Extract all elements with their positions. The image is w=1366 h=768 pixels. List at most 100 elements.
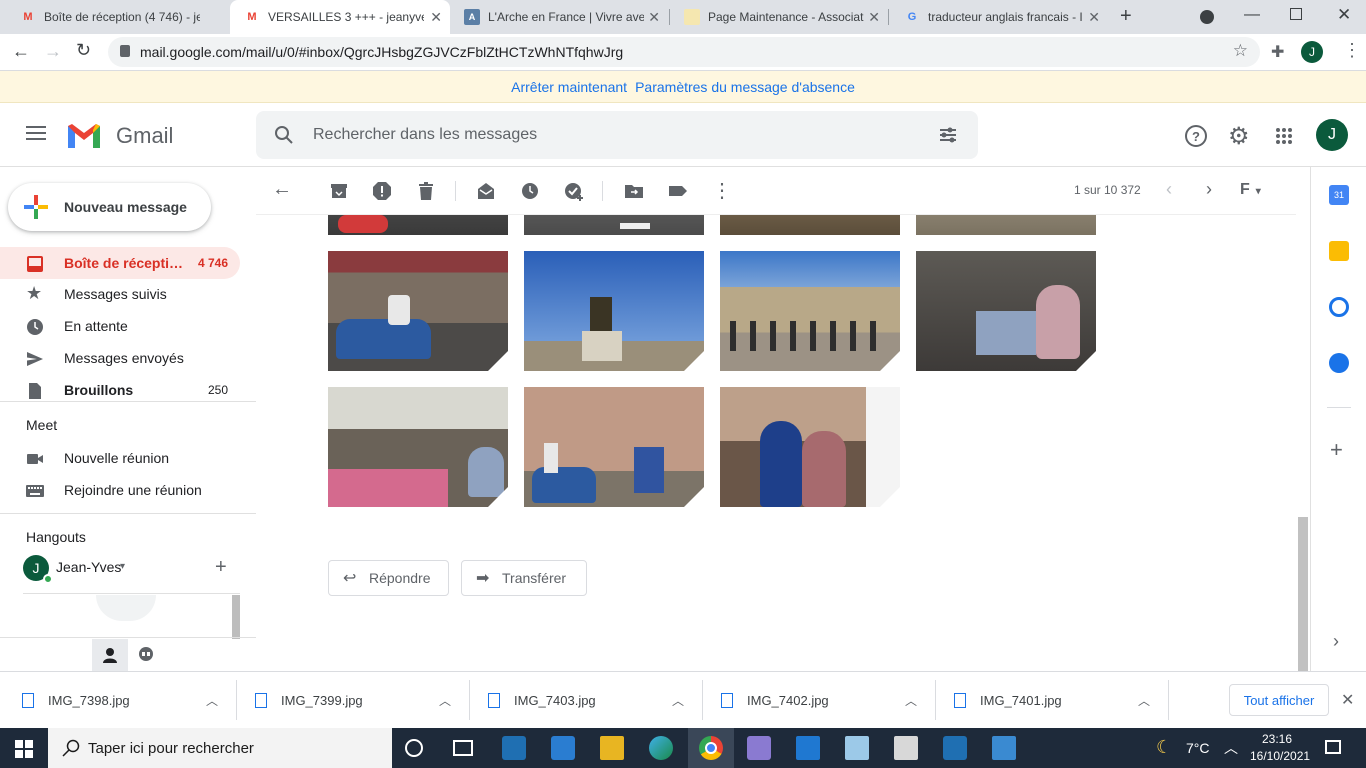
photo-thumbnail[interactable] [524,251,704,371]
notifications-icon[interactable] [1325,740,1341,754]
tab-versailles[interactable]: M VERSAILLES 3 +++ - jeanyves ✕ [230,0,450,34]
label-icon[interactable] [668,181,688,201]
photo-thumbnail[interactable] [916,251,1096,371]
add-contact-icon[interactable]: + [215,556,227,579]
close-window-icon[interactable]: ✕ [1337,5,1351,25]
get-addons-icon[interactable]: + [1330,437,1343,463]
chevron-up-icon[interactable]: ︿ [439,692,451,709]
forward-button[interactable]: ➡ Transférer [461,560,587,596]
edge-icon[interactable] [649,736,673,760]
hangouts-user-name[interactable]: Jean-Yves [56,559,121,575]
photo-thumbnail[interactable] [720,387,900,507]
calendar-icon[interactable]: 31 [1329,185,1349,205]
photo-thumbnail[interactable] [524,387,704,507]
browser-menu-icon[interactable]: ⋮ [1343,40,1361,61]
move-to-icon[interactable] [624,181,644,201]
chevron-up-icon[interactable]: ︿ [1138,692,1150,709]
close-icon[interactable]: ✕ [1088,9,1100,26]
more-actions-icon[interactable]: ⋮ [712,178,732,203]
caret-down-icon[interactable]: ▾ [1256,186,1261,197]
address-bar[interactable]: mail.google.com/mail/u/0/#inbox/QgrcJHsb… [108,37,1260,67]
account-avatar[interactable]: J [1316,119,1348,151]
apps-grid-icon[interactable] [1275,127,1293,145]
mail-icon[interactable] [796,736,820,760]
clock-date[interactable]: 16/10/2021 [1250,749,1310,763]
message-scrollbar[interactable] [1298,517,1308,671]
weather-temperature[interactable]: 7°C [1186,740,1210,756]
contacts-tab[interactable] [92,639,128,671]
minimize-icon[interactable]: — [1244,6,1260,24]
sidebar-item-new-meeting[interactable]: Nouvelle réunion [0,442,240,474]
reply-button[interactable]: ↩ Répondre [328,560,449,596]
archive-icon[interactable] [329,181,349,201]
taskbar-search-input[interactable]: Taper ici pour rechercher [48,728,392,768]
sidebar-item-snoozed[interactable]: En attente [0,310,240,342]
download-item[interactable]: IMG_7403.jpg ︿ [488,672,688,729]
new-tab-icon[interactable]: + [1120,5,1132,28]
sidebar-item-sent[interactable]: Messages envoyés [0,342,240,374]
app-icon[interactable] [845,736,869,760]
sidebar-item-starred[interactable]: ★ Messages suivis [0,278,240,310]
older-chevron-icon[interactable]: › [1206,179,1212,200]
restore-icon[interactable] [1290,8,1302,20]
download-item[interactable]: IMG_7401.jpg ︿ [954,672,1154,729]
expand-panel-icon[interactable]: › [1333,631,1339,652]
newer-chevron-icon[interactable]: ‹ [1166,179,1172,200]
app-icon[interactable] [747,736,771,760]
forward-icon[interactable]: → [44,41,62,62]
store-icon[interactable] [551,736,575,760]
windows-start-icon[interactable] [15,740,33,758]
back-to-inbox-icon[interactable]: ← [272,178,292,201]
search-icon[interactable] [274,125,294,145]
main-menu-icon[interactable] [26,125,46,141]
stop-vacation-link[interactable]: Arrêter maintenant [511,79,627,95]
tab-maintenance[interactable]: Page Maintenance - Associat ✕ [670,0,888,34]
photo-thumbnail[interactable] [720,251,900,371]
sidebar-item-inbox[interactable]: Boîte de récepti… 4 746 [0,247,240,279]
moon-weather-icon[interactable]: ☾ [1156,737,1172,758]
download-item[interactable]: IMG_7399.jpg ︿ [255,672,455,729]
photos-icon[interactable] [992,736,1016,760]
keep-icon[interactable] [1329,241,1349,261]
tab-search-icon[interactable] [1200,10,1214,24]
compose-button[interactable]: Nouveau message [8,183,211,231]
snooze-clock-icon[interactable] [520,181,540,201]
search-input[interactable]: Rechercher dans les messages [256,111,978,159]
help-icon[interactable]: ? [1185,125,1207,147]
tab-arche[interactable]: A L'Arche en France | Vivre avec ✕ [450,0,668,34]
download-item[interactable]: IMG_7402.jpg ︿ [721,672,921,729]
close-downloads-icon[interactable]: ✕ [1341,690,1354,710]
close-icon[interactable]: ✕ [868,9,880,26]
reload-icon[interactable]: ↻ [76,40,91,61]
app-icon[interactable] [894,736,918,760]
search-options-icon[interactable] [938,125,958,145]
chevron-up-icon[interactable]: ︿ [905,692,917,709]
hangouts-scrollbar[interactable] [232,595,240,639]
input-tools-icon[interactable]: F ▾ [1240,181,1261,199]
close-icon[interactable]: ✕ [648,9,660,26]
show-all-downloads-button[interactable]: Tout afficher [1229,684,1329,716]
file-explorer-icon[interactable] [600,736,624,760]
delete-icon[interactable] [416,181,436,201]
back-icon[interactable]: ← [12,41,30,62]
hangouts-chat-icon[interactable] [138,647,154,663]
settings-gear-icon[interactable]: ⚙ [1228,122,1250,151]
extensions-icon[interactable]: ✚ [1271,42,1284,62]
mark-unread-icon[interactable] [476,181,496,201]
report-spam-icon[interactable] [372,181,392,201]
clock-time[interactable]: 23:16 [1262,732,1292,746]
add-to-tasks-icon[interactable] [564,181,584,201]
sidebar-item-join-meeting[interactable]: Rejoindre une réunion [0,474,240,506]
tab-inbox[interactable]: M Boîte de réception (4 746) - je [6,0,230,34]
chevron-up-icon[interactable]: ︿ [206,692,218,709]
chevron-up-icon[interactable]: ︿ [1224,738,1238,758]
task-view-icon[interactable] [453,740,473,756]
app-icon[interactable] [943,736,967,760]
download-item[interactable]: IMG_7398.jpg ︿ [22,672,222,729]
tab-translator[interactable]: G traducteur anglais francais - I ✕ [890,0,1108,34]
caret-down-icon[interactable]: ▾ [120,561,125,572]
close-icon[interactable]: ✕ [430,9,442,26]
cortana-icon[interactable] [405,739,423,757]
app-icon[interactable] [502,736,526,760]
bookmark-star-icon[interactable]: ☆ [1233,41,1248,61]
